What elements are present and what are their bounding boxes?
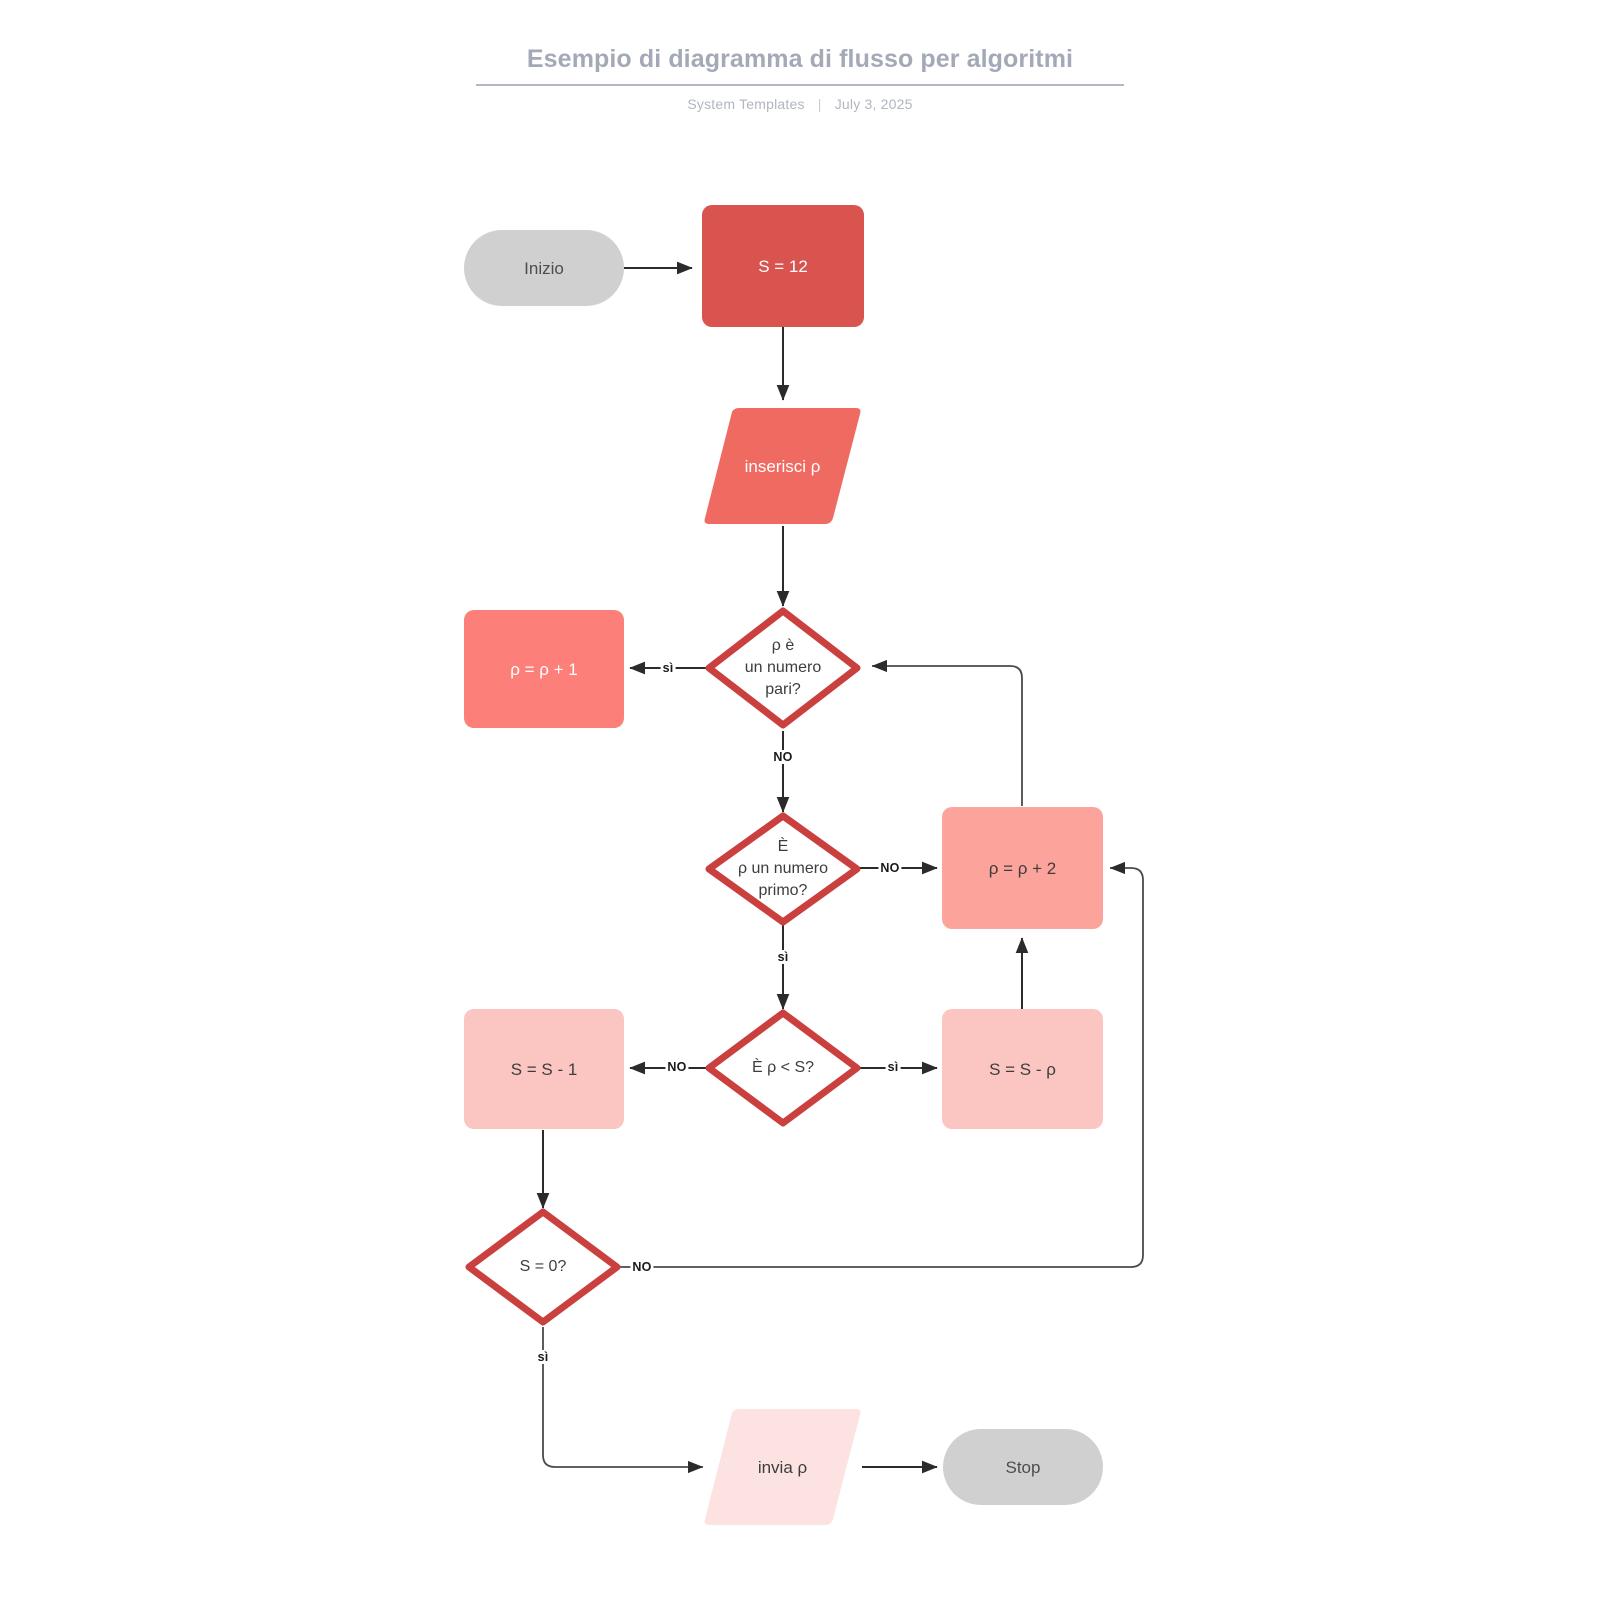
edge-szero-invia [542,1327,704,1474]
edge-label-pari-no: NO [771,750,795,764]
node-pari-decision-label: ρ è un numero pari? [744,637,822,698]
node-rho-lt-s-decision-label: È ρ < S? [751,1059,815,1076]
flowchart-canvas: Inizio S = 12 inserisci ρ ρ è un numero … [0,0,1600,1600]
node-s-minus-rho[interactable]: S = S - ρ [942,1009,1103,1129]
node-rho-plus-2-label: ρ = ρ + 2 [988,858,1057,878]
node-invia-rho[interactable]: invia ρ [701,1405,864,1529]
node-pari-decision[interactable]: ρ è un numero pari? [704,606,862,730]
edge-label-lts-si: sì [885,1060,901,1074]
flowchart-page: Esempio di diagramma di flusso per algor… [0,0,1600,1600]
node-inizio-label: Inizio [524,258,564,278]
node-primo-decision-label: È ρ un numero primo? [737,838,829,899]
edge-rho2-pari-loop [871,659,1023,806]
node-primo-decision[interactable]: È ρ un numero primo? [704,811,862,927]
node-rho-plus-1-label: ρ = ρ + 1 [510,659,578,679]
node-stop-label: Stop [1005,1457,1041,1477]
edge-label-lts-no: NO [665,1060,689,1074]
node-s12[interactable]: S = 12 [702,205,864,327]
node-inserisci-rho-label: inserisci ρ [744,456,821,476]
node-s-minus-rho-label: S = S - ρ [989,1059,1056,1079]
edge-label-szero-si: sì [535,1350,551,1364]
edge-label-primo-no: NO [878,861,902,875]
edge-label-szero-no: NO [630,1260,654,1274]
edge-label-primo-si: sì [775,950,791,964]
node-s-zero-decision[interactable]: S = 0? [464,1207,622,1327]
node-s-zero-decision-label: S = 0? [519,1258,567,1275]
node-s12-label: S = 12 [758,256,808,276]
node-rho-plus-1[interactable]: ρ = ρ + 1 [464,610,624,728]
node-invia-rho-label: invia ρ [757,1457,808,1477]
node-s-minus-1-label: S = S - 1 [510,1059,578,1079]
edge-label-pari-si: sì [660,661,676,675]
node-inserisci-rho[interactable]: inserisci ρ [701,404,864,528]
node-rho-lt-s-decision[interactable]: È ρ < S? [704,1008,862,1128]
node-stop[interactable]: Stop [943,1429,1103,1505]
node-s-minus-1[interactable]: S = S - 1 [464,1009,624,1129]
node-rho-plus-2[interactable]: ρ = ρ + 2 [942,807,1103,929]
node-inizio[interactable]: Inizio [464,230,624,306]
